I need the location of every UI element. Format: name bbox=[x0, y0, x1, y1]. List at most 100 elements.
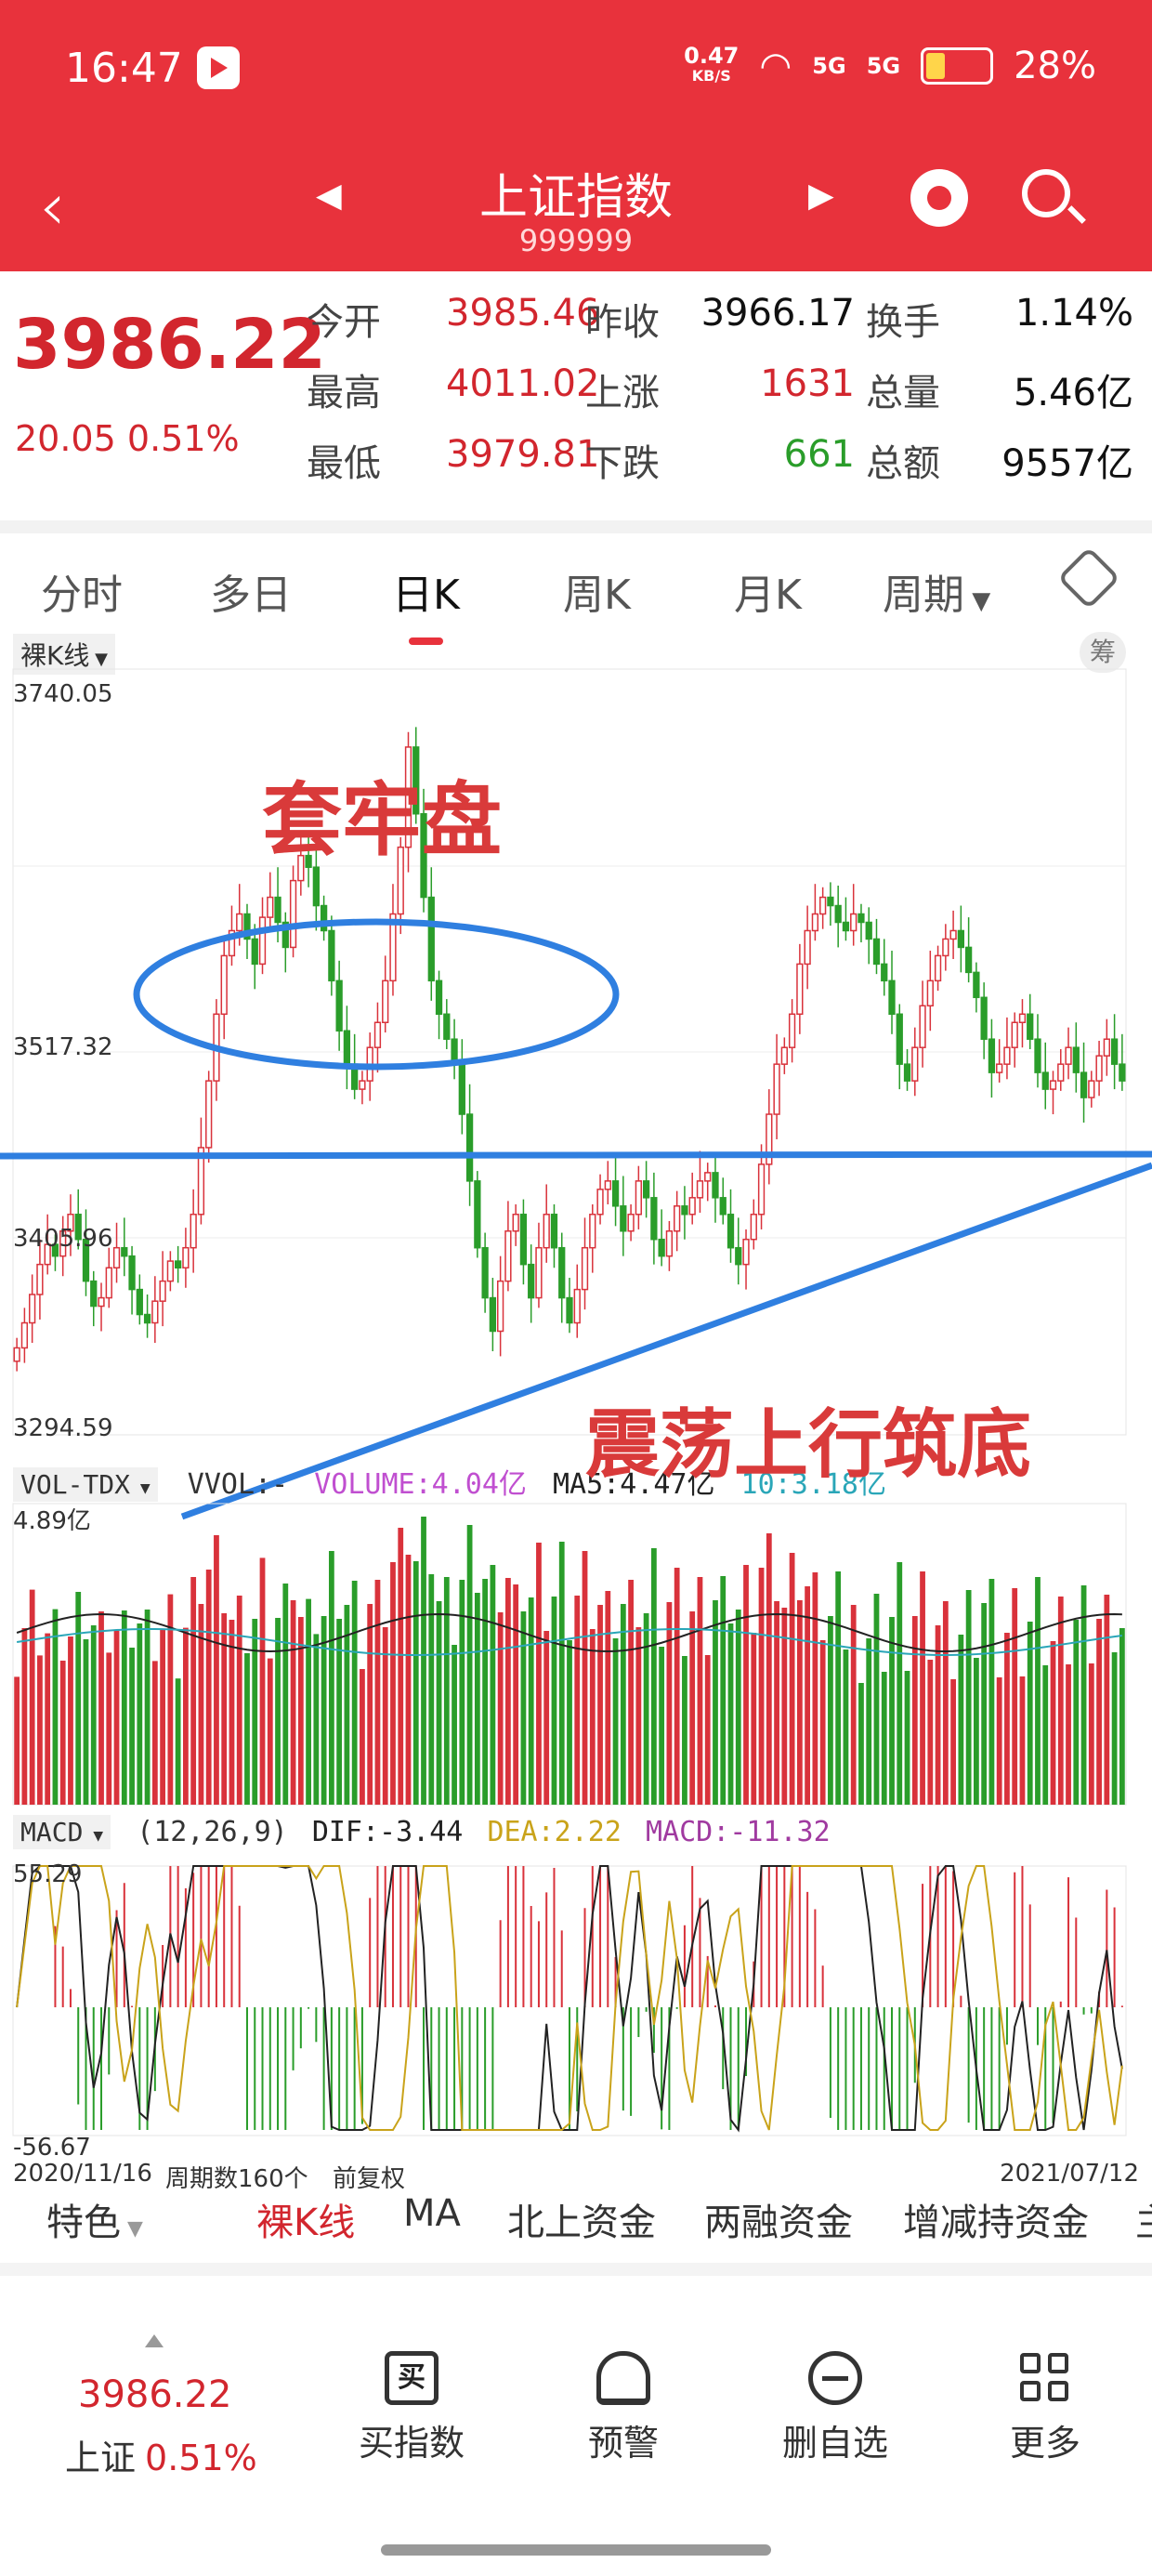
candle-body bbox=[481, 1246, 489, 1299]
tab-multi-day[interactable]: 多日 bbox=[210, 561, 292, 621]
tab-daily-k[interactable]: 日K bbox=[392, 561, 460, 645]
home-indicator[interactable] bbox=[381, 2544, 771, 2556]
volume-bar bbox=[45, 1633, 51, 1805]
buy-index-button[interactable]: 买 买指数 bbox=[333, 2351, 491, 2465]
value-low: 3979.81 bbox=[446, 433, 600, 476]
volume-bar bbox=[1066, 1664, 1071, 1805]
volume-bar bbox=[106, 1652, 112, 1805]
volume-bar bbox=[29, 1589, 35, 1805]
volume-max: 4.89亿 bbox=[13, 1507, 91, 1535]
candle-body bbox=[642, 1180, 650, 1199]
macd-indicator-selector[interactable]: MACD ▼ bbox=[13, 1815, 111, 1849]
volume-bar bbox=[751, 1633, 757, 1805]
candle-body bbox=[627, 1214, 635, 1232]
volume-bar bbox=[513, 1584, 519, 1805]
volume-bar bbox=[1104, 1595, 1110, 1805]
volume-bar bbox=[214, 1535, 219, 1805]
tab-monthly-k[interactable]: 月K bbox=[734, 561, 802, 621]
tab-northbound[interactable]: 北上资金 bbox=[507, 2192, 656, 2246]
tab-featured[interactable]: 特色 ▼ bbox=[46, 2192, 143, 2246]
tab-period[interactable]: 周期 ▼ bbox=[883, 561, 990, 621]
volume-bar bbox=[1073, 1620, 1080, 1805]
expand-arrow-icon[interactable] bbox=[145, 2334, 164, 2347]
chart-area: 裸K线 ▼ 筹 3740.05 3517.32 3405.96 3294.59 … bbox=[0, 624, 1152, 2162]
volume-bar bbox=[950, 1679, 956, 1805]
candle-body bbox=[1110, 1038, 1119, 1065]
candle-body bbox=[704, 1172, 712, 1182]
tab-weekly-k[interactable]: 周K bbox=[563, 561, 631, 621]
macd-value: MACD:-11.32 bbox=[646, 1816, 831, 1848]
candle-body bbox=[1041, 1071, 1049, 1090]
annotation-resistance-line bbox=[0, 1150, 1152, 1160]
volume-bar bbox=[113, 1630, 120, 1805]
volume-bar bbox=[697, 1577, 703, 1805]
volume-bar bbox=[1004, 1633, 1010, 1805]
candle-body bbox=[489, 1296, 497, 1333]
price-change: 20.05 0.51% bbox=[15, 418, 240, 459]
candle-body bbox=[811, 913, 819, 932]
volume-bar bbox=[866, 1638, 872, 1805]
macd-max: 55.29 bbox=[13, 1860, 83, 1888]
tab-more-partial[interactable]: 主 bbox=[1135, 2192, 1152, 2246]
candle-body bbox=[742, 1238, 750, 1266]
candle-body bbox=[750, 1214, 757, 1241]
alert-button[interactable]: 预警 bbox=[544, 2351, 702, 2465]
candle-body bbox=[881, 963, 888, 982]
value-prev-close: 3966.17 bbox=[700, 292, 855, 335]
tab-margin[interactable]: 两融资金 bbox=[704, 2192, 853, 2246]
candle-body bbox=[90, 1280, 98, 1308]
battery-icon bbox=[921, 47, 994, 85]
remove-watchlist-button[interactable]: 删自选 bbox=[756, 2351, 914, 2465]
candle-body bbox=[1065, 1046, 1072, 1065]
tab-holdings-change[interactable]: 增减持资金 bbox=[903, 2192, 1089, 2246]
volume-bar bbox=[259, 1557, 266, 1805]
volume-bar bbox=[897, 1562, 903, 1805]
tab-ma[interactable]: MA bbox=[403, 2192, 461, 2235]
volume-bar bbox=[137, 1623, 143, 1805]
macd-legend: MACD ▼ (12,26,9) DIF:-3.44 DEA:2.22 MACD… bbox=[13, 1815, 831, 1849]
candle-body bbox=[665, 1229, 674, 1257]
candle-body bbox=[251, 938, 258, 966]
candle-body bbox=[121, 1246, 128, 1257]
candle-body bbox=[581, 1246, 589, 1291]
candle-body bbox=[174, 1260, 182, 1268]
tab-intraday[interactable]: 分时 bbox=[41, 561, 123, 621]
candle-body bbox=[573, 1288, 581, 1324]
volume-bar bbox=[75, 1592, 82, 1805]
net-speed-unit: KB/S bbox=[691, 67, 731, 85]
vol-indicator-selector[interactable]: VOL-TDX ▼ bbox=[13, 1467, 158, 1502]
candle-body bbox=[674, 1205, 681, 1232]
more-label: 更多 bbox=[1009, 2423, 1080, 2464]
volume-bar bbox=[1119, 1628, 1125, 1805]
candle-body bbox=[258, 916, 267, 966]
settings-hexagon-icon[interactable] bbox=[1057, 546, 1120, 610]
volume-bar bbox=[121, 1610, 127, 1805]
volume-bar bbox=[620, 1604, 626, 1805]
volume-bar bbox=[889, 1617, 895, 1805]
candle-body bbox=[359, 1080, 366, 1090]
value-open: 3985.46 bbox=[446, 292, 600, 335]
candle-body bbox=[20, 1321, 29, 1349]
candle-body bbox=[465, 1113, 474, 1182]
volume-bar bbox=[911, 1616, 918, 1805]
volume-bar bbox=[52, 1609, 59, 1805]
volume-bar bbox=[612, 1638, 619, 1805]
candle-body bbox=[604, 1180, 611, 1190]
next-stock-icon[interactable]: ▶ bbox=[808, 177, 834, 215]
candle-body bbox=[903, 1063, 911, 1082]
volume-bar bbox=[282, 1584, 289, 1805]
volume-bar bbox=[452, 1645, 457, 1805]
volume-bar bbox=[1088, 1663, 1094, 1805]
bottom-price: 3986.22 bbox=[78, 2373, 232, 2416]
volume-bar bbox=[190, 1577, 197, 1805]
volume-bar bbox=[720, 1576, 727, 1805]
more-button[interactable]: 更多 bbox=[966, 2351, 1124, 2465]
tab-naked-k[interactable]: 裸K线 bbox=[256, 2192, 355, 2246]
video-app-icon bbox=[197, 46, 240, 89]
search-icon[interactable] bbox=[1022, 169, 1070, 217]
assistant-icon[interactable] bbox=[910, 169, 968, 227]
candle-body bbox=[964, 946, 973, 974]
candle-body bbox=[934, 954, 942, 982]
candle-body bbox=[182, 1246, 190, 1268]
candle-body bbox=[796, 963, 804, 1016]
